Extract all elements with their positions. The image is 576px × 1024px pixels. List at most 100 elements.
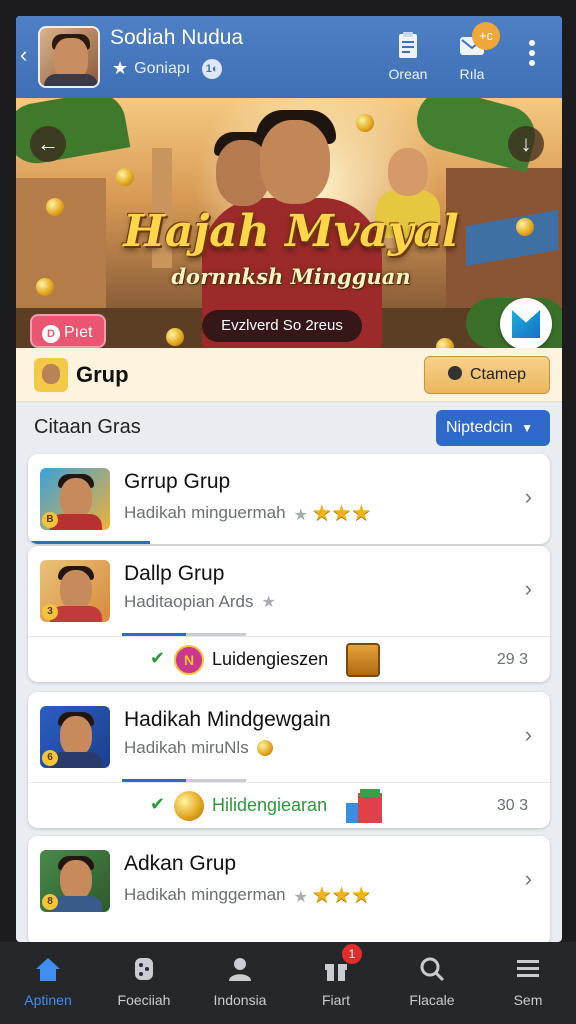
group-card[interactable]: 8 Adkan Grup Hadikah minggerman ★ ★★★ › bbox=[28, 836, 550, 942]
chevron-down-icon: ▼ bbox=[521, 421, 534, 435]
chevron-right-icon[interactable]: › bbox=[525, 484, 532, 510]
group-card-row[interactable]: B Grrup Grup Hadikah minguermah ★ ★★★ › bbox=[28, 454, 550, 544]
star-rating: ★ bbox=[261, 594, 276, 611]
checkmark-icon: ✔ bbox=[150, 648, 166, 668]
app-screen: ‹ Sodiah Nudua ★ Goniapı 1◐ Orean Rıla +… bbox=[16, 16, 562, 942]
chevron-right-icon[interactable]: › bbox=[525, 722, 532, 748]
star-icon: ★ bbox=[112, 58, 129, 78]
thumb-badge: B bbox=[42, 512, 58, 528]
chevron-right-icon[interactable]: › bbox=[525, 866, 532, 892]
profile-subtitle-row: ★ Goniapı 1◐ bbox=[112, 58, 223, 79]
group-card-row[interactable]: 6 Hadikah Mindgewgain Hadikah miruNls › bbox=[28, 692, 550, 782]
tab-label: Aptinen bbox=[24, 992, 72, 1008]
pret-button[interactable]: D Pıet bbox=[30, 314, 106, 348]
pret-label: Pıet bbox=[64, 324, 93, 341]
card-title: Hadikah Mindgewgain bbox=[124, 708, 331, 731]
profile-subtitle: Goniapı bbox=[134, 59, 191, 77]
ctamep-label: Ctamep bbox=[469, 366, 527, 383]
reward-row[interactable]: ✔ Hilidengiearan 30 3 bbox=[28, 782, 550, 828]
top-header: ‹ Sodiah Nudua ★ Goniapı 1◐ Orean Rıla +… bbox=[16, 16, 562, 98]
group-thumbnail: B bbox=[40, 468, 110, 530]
reward-label: Luidengieszen bbox=[212, 649, 329, 669]
banner-back-arrow-icon[interactable]: ← bbox=[30, 126, 66, 162]
profile-avatar[interactable] bbox=[38, 26, 100, 88]
subtitle-badge: 1◐ bbox=[202, 58, 223, 79]
gift-boxes-icon bbox=[346, 789, 382, 823]
brand-logo-button[interactable] bbox=[500, 298, 552, 348]
dice-icon bbox=[135, 958, 153, 980]
banner-download-arrow-icon[interactable]: ↓ bbox=[508, 126, 544, 162]
filter-row: Citaan Gras Niptedcin ▼ bbox=[16, 402, 562, 452]
pret-icon: D bbox=[42, 325, 60, 343]
tab-home[interactable]: Aptinen bbox=[0, 942, 96, 1024]
back-chevron-icon[interactable]: ‹ bbox=[20, 40, 34, 70]
card-subtitle-row: Haditaopian Ards ★ bbox=[124, 592, 280, 612]
profile-name: Sodiah Nudua bbox=[110, 26, 244, 49]
card-subtitle-row: Hadikah minguermah ★ ★★★ bbox=[124, 500, 371, 526]
group-card[interactable]: B Grrup Grup Hadikah minguermah ★ ★★★ › bbox=[28, 454, 550, 544]
chevron-right-icon[interactable]: › bbox=[525, 576, 532, 602]
group-card-row[interactable]: 3 Dallp Grup Haditaopian Ards ★ › bbox=[28, 546, 550, 636]
banner-event-pill[interactable]: Evzlverd So 2reus bbox=[202, 310, 362, 342]
tab-label: Foeciiah bbox=[117, 992, 171, 1008]
treasure-chest-icon bbox=[346, 643, 380, 677]
more-options-icon[interactable] bbox=[528, 40, 536, 66]
reward-count: 30 3 bbox=[496, 797, 528, 814]
tab-label: Flacale bbox=[409, 992, 455, 1008]
notification-badge: 1 bbox=[342, 944, 362, 964]
banner-subtitle: dornnksh Mingguan bbox=[171, 264, 411, 289]
reward-count: 29 3 bbox=[496, 651, 528, 668]
header-button-label: Rıla bbox=[459, 66, 485, 82]
group-thumbnail: 6 bbox=[40, 706, 110, 768]
card-subtitle: Haditaopian Ards bbox=[124, 592, 254, 611]
group-card[interactable]: 6 Hadikah Mindgewgain Hadikah miruNls › … bbox=[28, 692, 550, 828]
group-header: Grup Ctamep bbox=[16, 348, 562, 402]
n-coin-icon: N bbox=[174, 645, 204, 675]
person-icon bbox=[229, 958, 251, 981]
reward-label: Hilidengiearan bbox=[212, 795, 328, 815]
clipboard-icon bbox=[399, 32, 417, 58]
card-title: Grrup Grup bbox=[124, 470, 231, 493]
plus-badge[interactable]: +c bbox=[472, 22, 500, 50]
reward-row[interactable]: ✔ N Luidengieszen 29 3 bbox=[28, 636, 550, 682]
home-icon bbox=[36, 958, 60, 981]
group-title: Grup bbox=[76, 362, 129, 387]
group-thumbnail: 3 bbox=[40, 560, 110, 622]
filter-label: Citaan Gras bbox=[34, 416, 141, 438]
search-icon bbox=[420, 957, 445, 982]
card-title: Dallp Grup bbox=[124, 562, 225, 585]
group-card-row[interactable]: 8 Adkan Grup Hadikah minggerman ★ ★★★ › bbox=[28, 836, 550, 926]
header-button-orean[interactable]: Orean bbox=[378, 30, 438, 82]
group-avatar-icon bbox=[34, 358, 68, 392]
coin-icon bbox=[256, 740, 273, 756]
tab-flacale[interactable]: Flacale bbox=[384, 942, 480, 1024]
promo-banner[interactable]: Hajah Mvayal dornnksh Mingguan Evzlverd … bbox=[16, 98, 562, 348]
gold-coin-icon bbox=[174, 791, 204, 821]
card-subtitle: Hadikah minggerman bbox=[124, 885, 286, 904]
tab-sem[interactable]: Sem bbox=[480, 942, 576, 1024]
group-card[interactable]: 3 Dallp Grup Haditaopian Ards ★ › ✔ N Lu… bbox=[28, 546, 550, 682]
bottom-tab-bar: Aptinen Foeciiah Indonsia 1 Fiart Flacal… bbox=[0, 942, 576, 1024]
card-progress-bar bbox=[28, 541, 150, 544]
menu-icon bbox=[517, 960, 539, 977]
filter-dropdown[interactable]: Niptedcin ▼ bbox=[436, 410, 550, 446]
thumb-badge: 3 bbox=[42, 604, 58, 620]
user-icon bbox=[447, 366, 462, 380]
card-subtitle-row: Hadikah minggerman ★ ★★★ bbox=[124, 882, 371, 908]
banner-title: Hajah Mvayal bbox=[123, 206, 459, 257]
tab-indonsia[interactable]: Indonsia bbox=[192, 942, 288, 1024]
card-title: Adkan Grup bbox=[124, 852, 237, 875]
tab-label: Fiart bbox=[322, 992, 350, 1008]
ctamep-button[interactable]: Ctamep bbox=[424, 356, 550, 394]
checkmark-icon: ✔ bbox=[150, 794, 166, 814]
card-subtitle-row: Hadikah miruNls bbox=[124, 738, 273, 758]
filter-dropdown-label: Niptedcin bbox=[446, 419, 513, 436]
thumb-badge: 6 bbox=[42, 750, 58, 766]
card-subtitle: Hadikah miruNls bbox=[124, 738, 249, 757]
tab-label: Sem bbox=[513, 992, 543, 1008]
tab-foeciiah[interactable]: Foeciiah bbox=[96, 942, 192, 1024]
tab-fiart[interactable]: 1 Fiart bbox=[288, 942, 384, 1024]
star-rating: ★ ★★★ bbox=[293, 882, 372, 907]
card-subtitle: Hadikah minguermah bbox=[124, 503, 286, 522]
thumb-badge: 8 bbox=[42, 894, 58, 910]
